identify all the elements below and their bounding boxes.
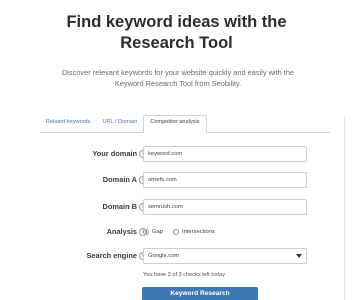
panel-divider [344,116,345,300]
keyword-research-button[interactable]: Keyword Research [142,287,258,300]
intersections-radio-label[interactable]: Intersections [182,229,215,235]
tab-url-domain[interactable]: URL / Domain [96,115,143,133]
domain-a-row: Domain A i ahrefs.com [0,172,353,188]
gap-radio-label[interactable]: Gap [152,229,163,235]
your-domain-input[interactable]: keyword.com [143,146,307,162]
domain-b-row: Domain B i semrush.com [0,199,353,215]
intersections-radio[interactable] [172,229,179,235]
page-subtitle: Discover relevant keywords for your webs… [28,67,328,89]
page-title-line-2: Research Tool [120,34,233,52]
page-subtitle-line-2: Keyword Research Tool from Seobility. [114,79,242,88]
research-tabs: Related keywords URL / Domain Competitor… [40,115,207,133]
search-engine-value: Google.com [148,253,180,259]
search-engine-label: Search engine [86,251,137,260]
search-engine-row: Search engine i Google.com [0,248,353,264]
analysis-label: Analysis [106,227,137,236]
tab-related-keywords[interactable]: Related keywords [40,115,96,133]
page-title: Find keyword ideas with the Research Too… [0,12,353,54]
domain-b-label: Domain B [102,202,138,211]
search-engine-select[interactable]: Google.com [143,248,307,264]
tab-competitor-analysis[interactable]: Competitor analysis [143,115,207,133]
page-subtitle-line-1: Discover relevant keywords for your webs… [61,68,295,77]
domain-b-input[interactable]: semrush.com [143,199,307,215]
domain-a-label: Domain A [102,175,137,184]
analysis-radio-group: Gap Intersections [143,224,225,240]
chevron-down-icon [296,254,302,258]
gap-radio[interactable] [143,229,149,235]
page-title-line-1: Find keyword ideas with the [66,13,287,31]
domain-a-input[interactable]: ahrefs.com [143,172,307,188]
your-domain-row: Your domain i keyword.com [0,146,353,162]
analysis-row: Analysis i Gap Intersections [0,224,353,240]
checks-left-text: You have 3 of 3 checks left today [143,272,225,278]
your-domain-label: Your domain [92,149,137,158]
